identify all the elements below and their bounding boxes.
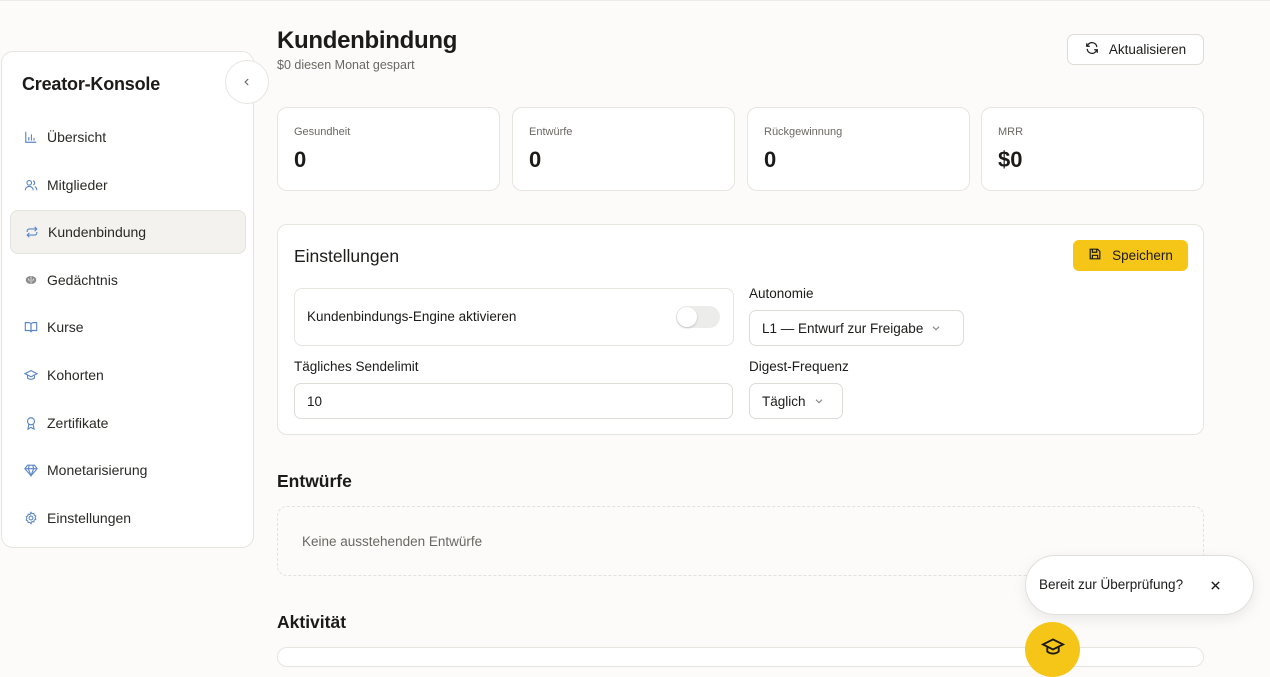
- toggle-knob: [677, 307, 697, 327]
- stat-value: 0: [764, 147, 777, 172]
- save-button-label: Speichern: [1112, 248, 1173, 263]
- drafts-section-title: Entwürfe: [277, 471, 352, 491]
- sidebar-item-label: Mitglieder: [47, 176, 108, 193]
- sidebar-collapse-button[interactable]: [225, 60, 269, 104]
- sidebar-item-label: Übersicht: [47, 129, 107, 145]
- engine-toggle-row: Kundenbindungs-Engine aktivieren: [294, 288, 734, 346]
- refresh-button[interactable]: Aktualisieren: [1067, 34, 1204, 65]
- graduation-cap-icon: [23, 367, 39, 383]
- brain-icon: [23, 272, 39, 288]
- sidebar-item-label: Kundenbindung: [48, 224, 147, 241]
- users-icon: [23, 177, 39, 193]
- refresh-icon: [1085, 41, 1099, 58]
- sidebar-item-kundenbindung[interactable]: Kundenbindung: [10, 210, 246, 255]
- sidebar-item-zertifikate[interactable]: Zertifikate: [10, 401, 246, 445]
- sidebar-item-label: Einstellungen: [47, 509, 132, 526]
- sidebar-item-label: Zertifikate: [47, 414, 109, 431]
- stat-card-rueckgewinnung: Rückgewinnung 0: [747, 107, 970, 191]
- stat-value: 0: [294, 147, 307, 172]
- sidebar-title: Creator-Konsole: [22, 74, 161, 94]
- sidebar-item-einstellungen[interactable]: Einstellungen: [10, 496, 246, 540]
- top-divider: [0, 0, 1270, 1]
- engine-toggle-switch[interactable]: [676, 306, 720, 328]
- daily-limit-input[interactable]: [294, 383, 733, 419]
- stat-label: Rückgewinnung: [764, 126, 843, 138]
- settings-icon: [23, 510, 39, 526]
- graduation-cap-icon: [1040, 638, 1065, 663]
- award-icon: [23, 415, 39, 431]
- settings-panel: Einstellungen Speichern Kundenbindungs-E…: [277, 224, 1204, 435]
- page-subtitle: $0 diesen Monat gespart: [277, 58, 415, 72]
- sidebar-item-mitglieder[interactable]: Mitglieder: [10, 163, 246, 207]
- review-toast: Bereit zur Überprüfung?: [1025, 555, 1254, 615]
- sidebar-item-label: Kurse: [47, 319, 84, 336]
- save-icon: [1088, 247, 1102, 264]
- drafts-empty-text: Keine ausstehenden Entwürfe: [302, 534, 483, 549]
- stat-label: MRR: [998, 126, 1024, 138]
- stat-value: $0: [998, 147, 1023, 172]
- settings-title: Einstellungen: [294, 246, 400, 266]
- chevron-down-icon: [814, 394, 824, 409]
- toast-message: Bereit zur Überprüfung?: [1039, 577, 1184, 592]
- chevron-down-icon: [931, 321, 941, 336]
- gem-icon: [23, 462, 39, 478]
- digest-frequency-label: Digest-Frequenz: [749, 359, 849, 374]
- digest-frequency-select[interactable]: Täglich: [749, 383, 843, 419]
- sidebar-item-monetarisierung[interactable]: Monetarisierung: [10, 448, 246, 492]
- bar-chart-icon: [23, 129, 39, 145]
- autonomy-label: Autonomie: [749, 286, 814, 301]
- chevron-left-icon: [242, 75, 252, 90]
- sidebar-item-gedaechtnis[interactable]: Gedächtnis: [10, 258, 246, 302]
- activity-section-title: Aktivität: [277, 612, 347, 632]
- sidebar-item-uebersicht[interactable]: Übersicht: [10, 115, 246, 159]
- sidebar-item-label: Monetarisierung: [47, 462, 148, 479]
- autonomy-select-value: L1 — Entwurf zur Freigabe: [762, 320, 924, 336]
- digest-frequency-value: Täglich: [762, 393, 806, 409]
- autonomy-select[interactable]: L1 — Entwurf zur Freigabe: [749, 310, 964, 346]
- stat-card-gesundheit: Gesundheit 0: [277, 107, 500, 191]
- book-open-icon: [23, 319, 39, 335]
- sidebar-item-label: Gedächtnis: [47, 271, 118, 288]
- save-button[interactable]: Speichern: [1073, 240, 1188, 271]
- stat-card-entwuerfe: Entwürfe 0: [512, 107, 735, 191]
- repeat-icon: [24, 224, 40, 240]
- stat-value: 0: [529, 147, 542, 172]
- stat-card-mrr: MRR $0: [981, 107, 1204, 191]
- sidebar-item-label: Kohorten: [47, 366, 104, 383]
- sidebar-item-kohorten[interactable]: Kohorten: [10, 353, 246, 397]
- daily-limit-label: Tägliches Sendelimit: [294, 359, 419, 374]
- sidebar-nav: Übersicht Mitglieder Kundenbindung Gedäc…: [10, 115, 246, 543]
- sidebar: Creator-Konsole Übersicht Mitglieder Kun…: [1, 51, 254, 548]
- refresh-button-label: Aktualisieren: [1108, 42, 1187, 57]
- sidebar-item-kurse[interactable]: Kurse: [10, 305, 246, 349]
- engine-toggle-label: Kundenbindungs-Engine aktivieren: [307, 309, 517, 324]
- close-icon[interactable]: [1207, 577, 1223, 593]
- stat-label: Gesundheit: [294, 126, 351, 138]
- stat-label: Entwürfe: [529, 126, 573, 138]
- page-title: Kundenbindung: [277, 27, 458, 54]
